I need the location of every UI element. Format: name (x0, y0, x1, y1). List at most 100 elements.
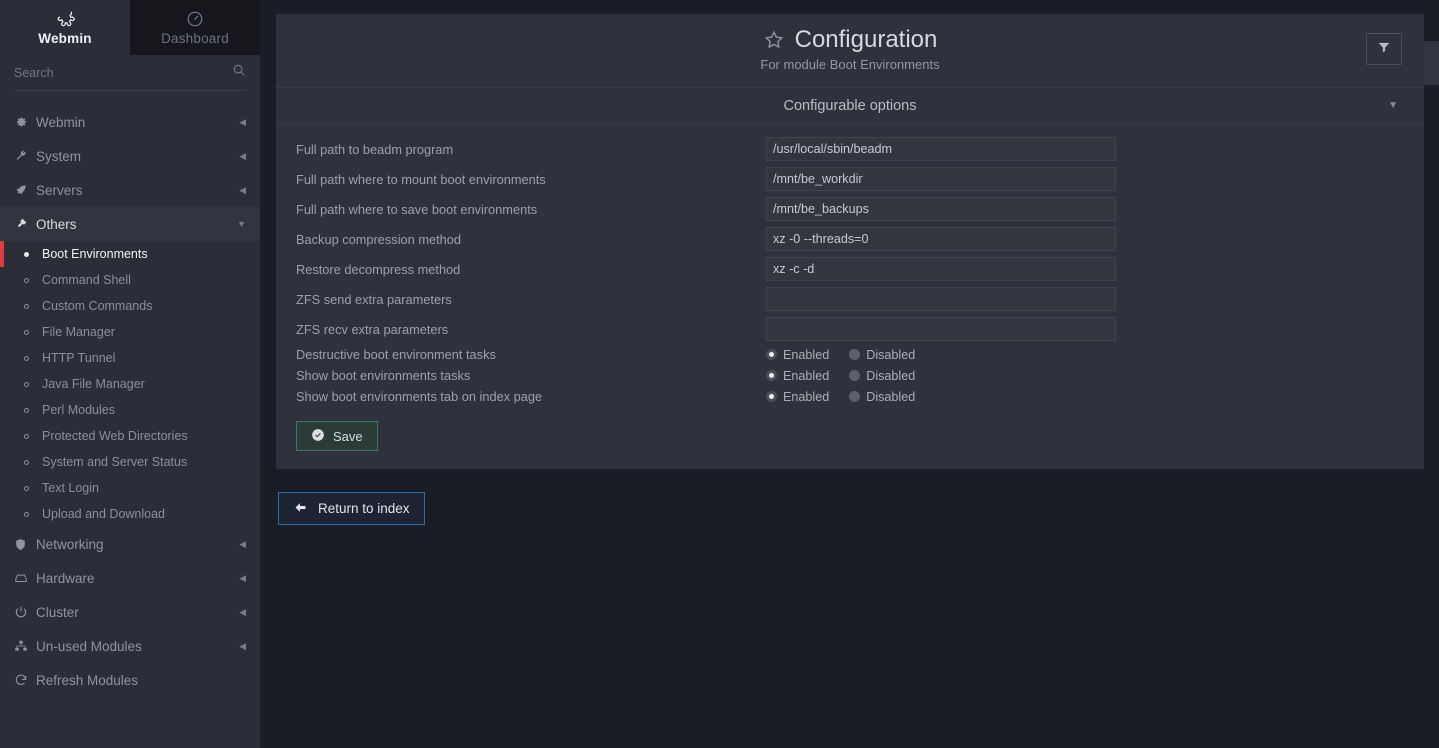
tab-dashboard[interactable]: Dashboard (130, 0, 260, 55)
sitemap-icon (14, 639, 36, 653)
field-label: Full path where to mount boot environmen… (296, 171, 546, 187)
field-label: Full path to beadm program (296, 141, 454, 157)
save-button[interactable]: Save (296, 421, 378, 451)
sidebar: Webmin Dashboard Search Webmin ◀ System … (0, 0, 260, 748)
sidebar-item-file-manager[interactable]: File Manager (0, 319, 260, 345)
sidebar-group-networking[interactable]: Networking ◀ (0, 527, 260, 561)
sidebar-group-system-label: System (36, 148, 82, 164)
beadm-path-input[interactable] (766, 137, 1116, 161)
sidebar-item-perl-modules[interactable]: Perl Modules (0, 397, 260, 423)
sidebar-item-label: Upload and Download (42, 507, 166, 521)
sidebar-nav: Webmin ◀ System ◀ Servers ◀ Others ▼ Boo… (0, 91, 260, 748)
radio-unselected-icon (849, 349, 861, 360)
sidebar-item-boot-environments[interactable]: Boot Environments (0, 241, 260, 267)
bullet-solid-icon (24, 251, 42, 257)
page-title: Configuration (763, 26, 937, 54)
decompress-method-input[interactable] (766, 257, 1116, 281)
arrow-left-icon (293, 500, 308, 518)
radio-disabled[interactable]: Disabled (849, 369, 915, 383)
sidebar-item-upload-and-download[interactable]: Upload and Download (0, 501, 260, 527)
sidebar-item-label: Perl Modules (42, 403, 115, 417)
sidebar-group-others[interactable]: Others ▼ (0, 207, 260, 241)
radio-selected-icon (766, 349, 777, 360)
sidebar-item-custom-commands[interactable]: Custom Commands (0, 293, 260, 319)
field-label: ZFS send extra parameters (296, 291, 452, 307)
radio-selected-icon (766, 370, 777, 381)
notifications-button[interactable] (1424, 41, 1439, 85)
sidebar-item-label: System and Server Status (42, 455, 188, 469)
radio-enabled[interactable]: Enabled (766, 390, 829, 404)
sidebar-item-label: Protected Web Directories (42, 429, 188, 443)
sidebar-item-protected-web-directories[interactable]: Protected Web Directories (0, 423, 260, 449)
radio-row: Destructive boot environment tasks Enabl… (276, 344, 1424, 365)
radio-enabled[interactable]: Enabled (766, 369, 829, 383)
field-row: Full path to beadm program (276, 134, 1424, 164)
title-block: Configuration For module Boot Environmen… (276, 26, 1424, 72)
mount-path-input[interactable] (766, 167, 1116, 191)
radio-unselected-icon (849, 370, 861, 381)
radio-disabled[interactable]: Disabled (849, 390, 915, 404)
save-path-input[interactable] (766, 197, 1116, 221)
field-row: Restore decompress method (276, 254, 1424, 284)
sidebar-group-unused-modules[interactable]: Un-used Modules ◀ (0, 629, 260, 663)
sidebar-item-text-login[interactable]: Text Login (0, 475, 260, 501)
zfs-recv-params-input[interactable] (766, 317, 1116, 341)
sidebar-group-hardware-label: Hardware (36, 570, 95, 586)
search-input[interactable] (14, 65, 246, 80)
sidebar-item-java-file-manager[interactable]: Java File Manager (0, 371, 260, 397)
chevron-left-icon: ◀ (239, 538, 246, 549)
field-row: Backup compression method (276, 224, 1424, 254)
sidebar-group-refresh-modules[interactable]: Refresh Modules (0, 663, 260, 697)
section-configurable-options[interactable]: Configurable options ▼ (276, 88, 1424, 124)
chevron-left-icon: ◀ (239, 116, 246, 127)
bullet-hollow-icon (24, 381, 42, 387)
shield-icon (14, 538, 36, 551)
chevron-down-icon[interactable]: ▼ (1388, 100, 1398, 111)
radio-label: Enabled (783, 389, 830, 404)
radio-row: Show boot environments tab on index page… (276, 386, 1424, 407)
gauge-icon (186, 9, 204, 29)
brand-tab-bar: Webmin Dashboard (0, 0, 260, 55)
bullet-hollow-icon (24, 303, 42, 309)
star-outline-icon[interactable] (763, 29, 785, 51)
radio-unselected-icon (849, 391, 861, 402)
webmin-logo-icon (55, 9, 76, 29)
field-row: ZFS send extra parameters (276, 284, 1424, 314)
sidebar-group-system[interactable]: System ◀ (0, 139, 260, 173)
filter-button[interactable] (1366, 33, 1402, 65)
sidebar-item-label: Command Shell (42, 273, 131, 287)
search-icon[interactable] (232, 63, 246, 82)
filter-icon (1377, 40, 1391, 59)
sidebar-group-servers[interactable]: Servers ◀ (0, 173, 260, 207)
sidebar-group-others-label: Others (36, 216, 77, 232)
field-row: Full path where to save boot environment… (276, 194, 1424, 224)
sidebar-item-label: HTTP Tunnel (42, 351, 116, 365)
zfs-send-params-input[interactable] (766, 287, 1116, 311)
radio-label: Enabled (783, 347, 830, 362)
sidebar-item-http-tunnel[interactable]: HTTP Tunnel (0, 345, 260, 371)
tab-dashboard-label: Dashboard (161, 31, 229, 46)
sidebar-search[interactable] (14, 55, 246, 91)
app-root: Webmin Dashboard Search Webmin ◀ System … (0, 0, 1439, 748)
destructive-tasks-radio-group: Enabled Disabled (766, 348, 915, 362)
sidebar-group-hardware[interactable]: Hardware ◀ (0, 561, 260, 595)
bullet-hollow-icon (24, 355, 42, 361)
return-to-index-button[interactable]: Return to index (278, 492, 425, 525)
chevron-left-icon: ◀ (239, 184, 246, 195)
chevron-left-icon: ◀ (239, 640, 246, 651)
bullet-hollow-icon (24, 485, 42, 491)
sidebar-group-cluster[interactable]: Cluster ◀ (0, 595, 260, 629)
bullet-hollow-icon (24, 433, 42, 439)
sidebar-item-system-and-server-status[interactable]: System and Server Status (0, 449, 260, 475)
sidebar-group-webmin[interactable]: Webmin ◀ (0, 105, 260, 139)
compression-method-input[interactable] (766, 227, 1116, 251)
radio-disabled[interactable]: Disabled (849, 348, 915, 362)
radio-label: Disabled (866, 347, 916, 362)
chevron-down-icon: ▼ (237, 219, 246, 229)
radio-enabled[interactable]: Enabled (766, 348, 829, 362)
sidebar-item-label: Text Login (42, 481, 99, 495)
tab-webmin[interactable]: Webmin (0, 0, 130, 55)
sidebar-item-command-shell[interactable]: Command Shell (0, 267, 260, 293)
main-content: Configuration For module Boot Environmen… (260, 0, 1439, 748)
radio-label: Enabled (783, 368, 830, 383)
